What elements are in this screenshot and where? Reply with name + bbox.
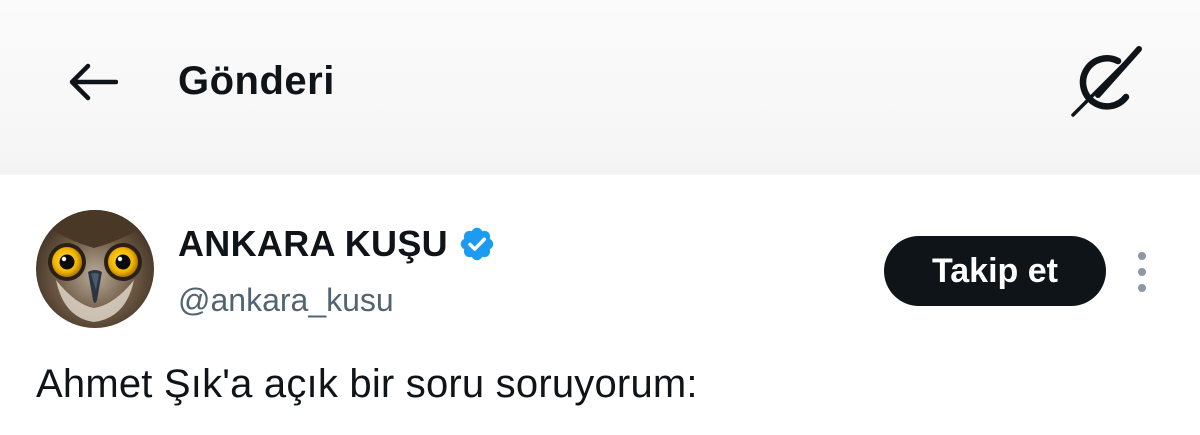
author-handle[interactable]: @ankara_kusu	[178, 280, 394, 320]
follow-button[interactable]: Takip et	[884, 236, 1106, 306]
back-button[interactable]	[56, 50, 128, 114]
verified-badge-icon[interactable]	[458, 225, 496, 263]
owl-avatar-image	[36, 210, 154, 328]
page-title: Gönderi	[178, 59, 335, 103]
author-name-row[interactable]: ANKARA KUŞU	[178, 222, 496, 266]
author-display-name[interactable]: ANKARA KUŞU	[178, 222, 448, 266]
top-bar: Gönderi	[0, 0, 1200, 175]
more-vertical-icon-dot	[1138, 284, 1146, 292]
grok-button[interactable]	[1066, 42, 1146, 122]
post-text: Ahmet Şık'a açık bir soru soruyorum:	[36, 362, 698, 406]
grok-icon	[1071, 46, 1142, 117]
arrow-left-icon	[69, 63, 118, 101]
more-options-button[interactable]	[1122, 250, 1162, 294]
avatar[interactable]	[36, 210, 154, 328]
more-vertical-icon-dot	[1138, 252, 1146, 260]
more-vertical-icon-dot	[1138, 268, 1146, 276]
